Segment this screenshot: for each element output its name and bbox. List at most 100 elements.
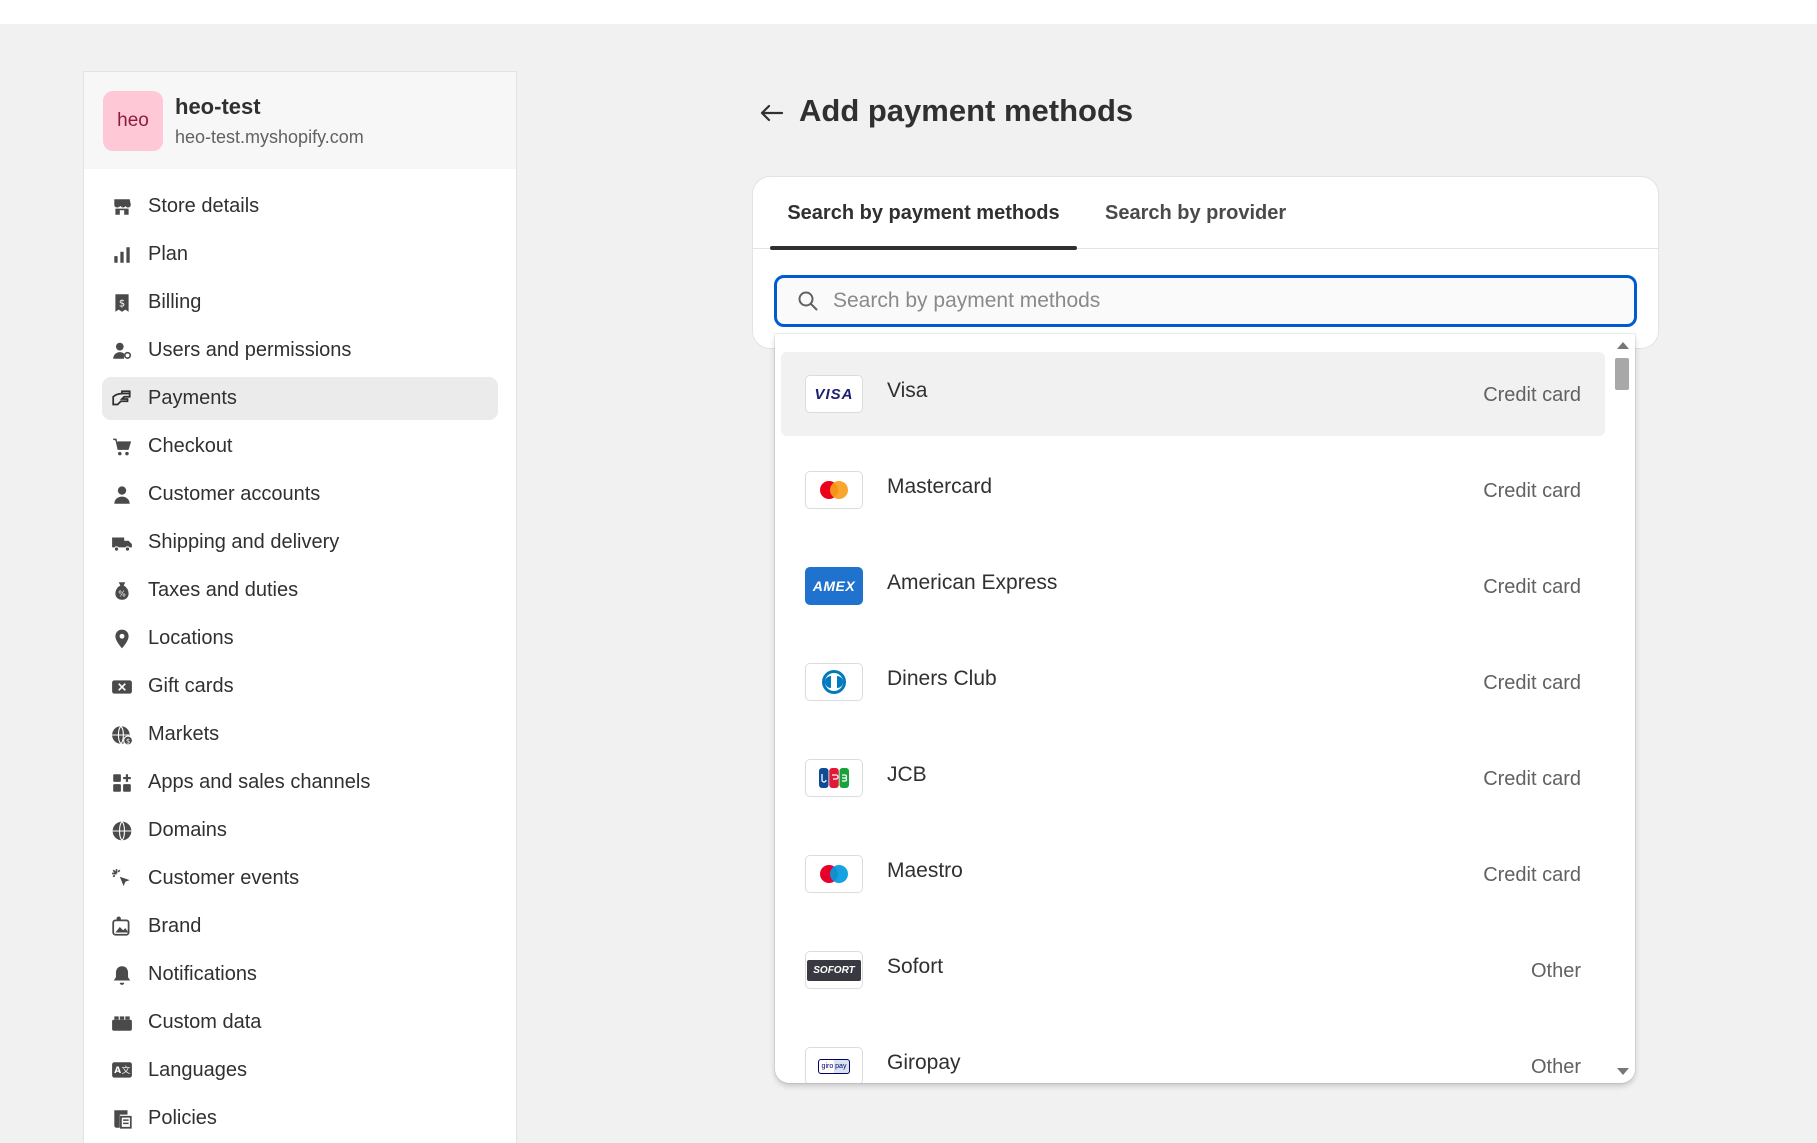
- sidebar-item-billing[interactable]: $ Billing: [102, 281, 498, 324]
- payment-method-type: Credit card: [1483, 479, 1581, 502]
- visa-logo-text: VISA: [814, 385, 854, 403]
- svg-text:文: 文: [121, 1064, 130, 1076]
- tab-search-by-provider[interactable]: Search by provider: [1105, 177, 1286, 249]
- store-header[interactable]: heo heo-test heo-test.myshopify.com: [84, 72, 516, 169]
- sidebar-item-users[interactable]: Users and permissions: [102, 329, 498, 372]
- list-item[interactable]: Maestro Credit card: [781, 832, 1605, 916]
- sidebar-item-label: Notifications: [148, 963, 257, 985]
- scroll-up-arrow-icon[interactable]: [1617, 342, 1629, 349]
- back-button[interactable]: [756, 98, 786, 128]
- payment-method-type: Credit card: [1483, 671, 1581, 694]
- list-item[interactable]: JCB Credit card: [781, 736, 1605, 820]
- search-field[interactable]: [774, 275, 1637, 327]
- sofort-logo: SOFORT: [805, 951, 863, 989]
- truck-icon: [110, 531, 134, 555]
- page-title: Add payment methods: [799, 93, 1134, 128]
- search-input[interactable]: [833, 289, 1613, 313]
- database-icon: [110, 1011, 134, 1035]
- list-item[interactable]: AMEX American Express Credit card: [781, 544, 1605, 628]
- sidebar-item-label: Locations: [148, 627, 234, 649]
- sidebar-item-label: Billing: [148, 291, 202, 313]
- billing-icon: $: [110, 291, 134, 315]
- sidebar-item-custom-data[interactable]: Custom data: [102, 1001, 498, 1044]
- sidebar-item-customer-accounts[interactable]: Customer accounts: [102, 473, 498, 516]
- giropay-logo-text: giro pay: [817, 1058, 851, 1074]
- bell-icon: [110, 963, 134, 987]
- sidebar-item-label: Custom data: [148, 1011, 262, 1033]
- sidebar-item-label: Gift cards: [148, 675, 234, 697]
- visa-logo: VISA: [805, 375, 863, 413]
- sidebar-item-label: Payments: [148, 387, 237, 409]
- list-item[interactable]: VISA Visa Credit card: [781, 352, 1605, 436]
- policy-icon: [110, 1107, 134, 1131]
- tax-icon: %: [110, 579, 134, 603]
- diners-logo: [805, 663, 863, 701]
- payment-method-name: Maestro: [887, 859, 963, 882]
- sidebar-item-brand[interactable]: Brand: [102, 905, 498, 948]
- apps-icon: [110, 771, 134, 795]
- sidebar-item-label: Store details: [148, 195, 260, 217]
- sidebar-item-taxes[interactable]: % Taxes and duties: [102, 569, 498, 612]
- sidebar-item-label: Markets: [148, 723, 220, 745]
- sidebar-item-label: Users and permissions: [148, 339, 352, 361]
- search-icon: [798, 291, 818, 311]
- svg-text:%: %: [118, 589, 125, 598]
- plan-icon: [110, 243, 134, 267]
- giropay-logo: giro pay: [805, 1047, 863, 1083]
- payment-method-name: Diners Club: [887, 667, 997, 690]
- dropdown-scrollbar[interactable]: [1609, 334, 1635, 1083]
- mastercard-logo: [805, 471, 863, 509]
- amex-logo: AMEX: [805, 567, 863, 605]
- sidebar-item-languages[interactable]: A文 Languages: [102, 1049, 498, 1092]
- store-icon: [110, 195, 134, 219]
- sidebar-item-gift-cards[interactable]: Gift cards: [102, 665, 498, 708]
- sidebar-item-label: Languages: [148, 1059, 247, 1081]
- payment-method-type: Credit card: [1483, 575, 1581, 598]
- sidebar-item-notifications[interactable]: Notifications: [102, 953, 498, 996]
- store-name: heo-test: [175, 93, 261, 119]
- sidebar-item-shipping[interactable]: Shipping and delivery: [102, 521, 498, 564]
- scroll-down-arrow-icon[interactable]: [1617, 1068, 1629, 1075]
- sidebar-item-markets[interactable]: $ Markets: [102, 713, 498, 756]
- sidebar-item-label: Domains: [148, 819, 227, 841]
- store-url: heo-test.myshopify.com: [175, 126, 364, 147]
- sidebar-item-store-details[interactable]: Store details: [102, 185, 498, 228]
- sidebar-item-apps[interactable]: Apps and sales channels: [102, 761, 498, 804]
- payment-method-type: Other: [1530, 1055, 1581, 1078]
- sidebar-item-domains[interactable]: Domains: [102, 809, 498, 852]
- payment-method-type: Credit card: [1483, 767, 1581, 790]
- sofort-logo-text: SOFORT: [807, 959, 861, 981]
- sidebar-item-label: Checkout: [148, 435, 233, 457]
- sidebar-item-label: Customer accounts: [148, 483, 321, 505]
- sidebar-item-label: Apps and sales channels: [148, 771, 371, 793]
- sidebar-item-label: Brand: [148, 915, 202, 937]
- sidebar-item-label: Taxes and duties: [148, 579, 299, 601]
- tab-search-by-payment-methods[interactable]: Search by payment methods: [770, 177, 1077, 250]
- sidebar-item-payments[interactable]: Payments: [102, 377, 498, 420]
- list-item[interactable]: SOFORT Sofort Other: [781, 928, 1605, 1012]
- payment-method-type: Other: [1530, 959, 1581, 982]
- svg-text:A: A: [114, 1066, 121, 1076]
- users-icon: [110, 339, 134, 363]
- sidebar-item-locations[interactable]: Locations: [102, 617, 498, 660]
- list-item[interactable]: giro pay Giropay Other: [781, 1024, 1605, 1083]
- payment-method-type: Credit card: [1483, 383, 1581, 406]
- sidebar-item-plan[interactable]: Plan: [102, 233, 498, 276]
- amex-logo-text: AMEX: [812, 578, 856, 594]
- list-item[interactable]: Diners Club Credit card: [781, 640, 1605, 724]
- sidebar-item-checkout[interactable]: Checkout: [102, 425, 498, 468]
- settings-nav: Store details Plan $ Billing Users and p…: [84, 169, 516, 1140]
- sidebar-item-policies[interactable]: Policies: [102, 1097, 498, 1140]
- settings-sidebar: heo heo-test heo-test.myshopify.com Stor…: [83, 71, 517, 1143]
- svg-text:$: $: [119, 298, 125, 309]
- sidebar-item-customer-events[interactable]: Customer events: [102, 857, 498, 900]
- list-item[interactable]: Mastercard Credit card: [781, 448, 1605, 532]
- payment-method-name: Giropay: [887, 1051, 961, 1074]
- sidebar-item-label: Customer events: [148, 867, 300, 889]
- brand-icon: [110, 915, 134, 939]
- language-icon: A文: [110, 1059, 134, 1083]
- globe-icon: [110, 819, 134, 843]
- scrollbar-thumb[interactable]: [1615, 358, 1629, 390]
- location-icon: [110, 627, 134, 651]
- globe-currency-icon: $: [110, 723, 134, 747]
